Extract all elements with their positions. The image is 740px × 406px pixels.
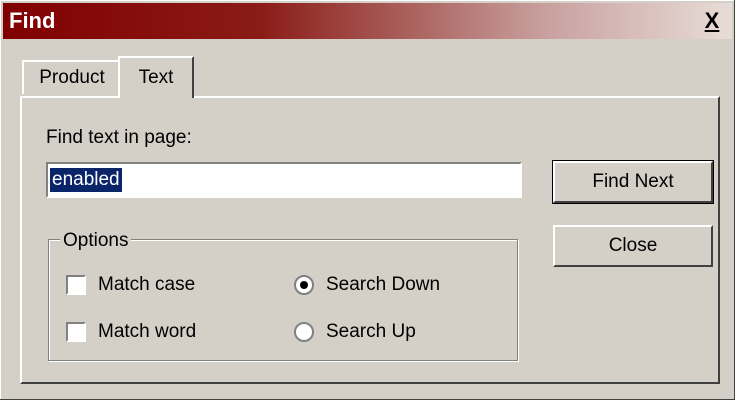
match-word-label: Match word: [98, 321, 197, 342]
search-down-label: Search Down: [326, 274, 441, 295]
search-up-radio[interactable]: [294, 322, 314, 342]
match-case-checkbox[interactable]: [66, 275, 86, 295]
search-down-radio[interactable]: [294, 275, 314, 295]
match-case-label: Match case: [98, 274, 196, 295]
find-next-button[interactable]: Find Next: [552, 160, 714, 204]
tab-product[interactable]: Product: [22, 60, 120, 94]
close-icon[interactable]: X: [698, 8, 726, 33]
close-button[interactable]: Close: [553, 225, 713, 267]
options-legend: Options: [60, 230, 132, 252]
dialog-title: Find: [9, 8, 56, 33]
tab-text[interactable]: Text: [118, 56, 194, 98]
match-case-option[interactable]: Match case: [66, 274, 195, 296]
search-up-label: Search Up: [326, 321, 416, 342]
find-text-value[interactable]: enabled: [50, 168, 122, 192]
search-down-option[interactable]: Search Down: [294, 274, 440, 296]
search-up-option[interactable]: Search Up: [294, 321, 416, 343]
find-text-label: Find text in page:: [46, 127, 192, 148]
match-word-option[interactable]: Match word: [66, 321, 196, 343]
title-bar[interactable]: Find X: [3, 3, 732, 39]
match-word-checkbox[interactable]: [66, 322, 86, 342]
